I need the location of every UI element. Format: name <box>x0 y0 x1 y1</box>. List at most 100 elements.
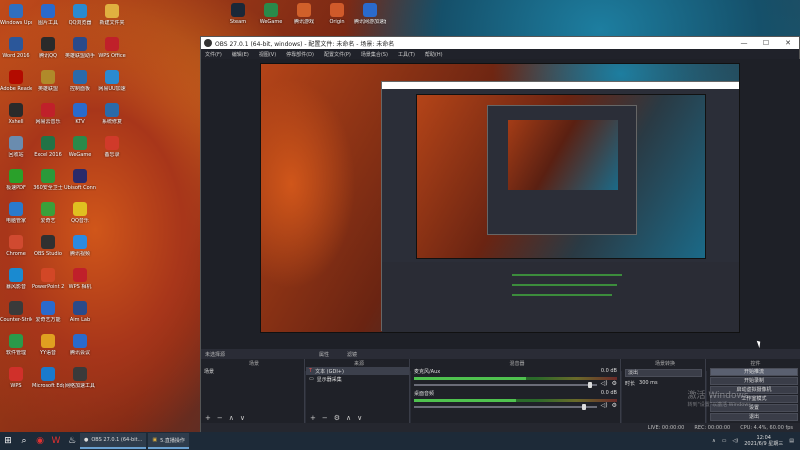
menu-item[interactable]: 工具(T) <box>398 51 415 58</box>
start-icon[interactable]: ⊞ <box>0 433 16 449</box>
menu-item[interactable]: 停靠部件(D) <box>286 51 314 58</box>
remove-scene-button[interactable]: − <box>217 414 223 422</box>
gear-icon[interactable]: ⚙ <box>612 402 617 409</box>
desktop-icon[interactable]: 网络加速工具 <box>64 367 96 389</box>
desktop-icon[interactable]: Excel 2016 <box>32 136 64 158</box>
remove-source-button[interactable]: − <box>322 414 328 422</box>
desktop-icon[interactable]: WPS Office <box>96 37 128 59</box>
netease-music-icon[interactable]: ◉ <box>32 433 48 449</box>
move-up-button[interactable]: ∧ <box>346 414 351 422</box>
desktop-icon[interactable]: 爱奇艺万能 <box>32 301 64 323</box>
search-icon[interactable]: ⌕ <box>16 433 32 449</box>
desktop-icon[interactable]: QQ浏览器 <box>64 4 96 26</box>
desktop-icon[interactable]: Adobe Reader XI <box>0 70 32 92</box>
desktop-icon[interactable]: 360安全卫士 <box>32 169 64 191</box>
desktop-icon[interactable]: 爱奇艺 <box>32 202 64 224</box>
menu-item[interactable]: 帮助(H) <box>425 51 443 58</box>
source-item[interactable]: ▭ 显示器采集 <box>306 375 409 383</box>
desktop-icon[interactable]: WeGame <box>255 3 287 25</box>
move-down-button[interactable]: ∨ <box>240 414 245 422</box>
desktop-icon[interactable]: Windows Update <box>0 4 32 26</box>
desktop-icon[interactable]: 新建文件夹 <box>96 4 128 26</box>
desktop-icon[interactable]: OBS Studio <box>32 235 64 257</box>
desktop-icon[interactable]: Microsoft Edge <box>32 367 64 389</box>
transition-select[interactable]: 淡出 <box>625 369 702 377</box>
desktop-icon[interactable]: 备忘录 <box>96 136 128 158</box>
desktop-icon[interactable]: 腾讯QQ <box>32 37 64 59</box>
move-down-button[interactable]: ∨ <box>357 414 362 422</box>
desktop-icon[interactable]: 网易云音乐 <box>32 103 64 125</box>
filters-button[interactable]: 滤镜 <box>347 351 357 358</box>
desktop-icon[interactable]: Xshell <box>0 103 32 125</box>
gear-icon[interactable]: ⚙ <box>612 380 617 387</box>
add-source-button[interactable]: + <box>310 414 316 422</box>
desktop-icon[interactable]: QQ音乐 <box>64 202 96 224</box>
network-icon[interactable]: ▭ <box>722 438 727 444</box>
desktop-icon[interactable]: Origin <box>321 3 353 25</box>
desktop-icon[interactable]: WPS 相机 <box>64 268 96 290</box>
tray-expand-icon[interactable]: ∧ <box>712 438 716 444</box>
mixer-channel: 麦克风/Aux 0.0 dB ◁) ⚙ <box>411 367 620 389</box>
desktop-icon[interactable]: 英雄联盟 <box>32 70 64 92</box>
source-settings-button[interactable]: ⚙ <box>334 414 340 422</box>
clock[interactable]: 12:04 2021/6/9 星期三 <box>744 435 783 447</box>
speaker-icon[interactable]: ◁) <box>601 380 608 387</box>
desktop-icon-label: 控制面板 <box>69 86 90 92</box>
notification-icon[interactable]: ▤ <box>789 438 794 444</box>
desktop-icon[interactable]: 控制面板 <box>64 70 96 92</box>
volume-icon[interactable]: ◁) <box>732 438 738 444</box>
volume-slider[interactable] <box>414 382 597 388</box>
steam-icon[interactable]: ♨ <box>64 433 80 449</box>
desktop-icon[interactable]: Aim Lab <box>64 301 96 323</box>
program-preview[interactable] <box>260 63 740 333</box>
desktop-icon[interactable]: 腾讯会议 <box>64 334 96 356</box>
source-item[interactable]: T 文本 (GDI+) <box>306 367 409 375</box>
desktop-icon[interactable]: 英雄联盟助手 <box>64 37 96 59</box>
duration-field[interactable]: 300 ms <box>639 380 658 386</box>
desktop-icon[interactable]: 网易UU加速 <box>96 70 128 92</box>
desktop-icon[interactable]: 软件管理 <box>0 334 32 356</box>
menu-item[interactable]: 编辑(E) <box>232 51 249 58</box>
menu-item[interactable]: 场景集合(S) <box>361 51 388 58</box>
volume-slider[interactable] <box>414 404 597 410</box>
desktop-icon[interactable]: Word 2016 <box>0 37 32 59</box>
menu-item[interactable]: 配置文件(P) <box>324 51 351 58</box>
desktop-icon[interactable]: 腾讯视频 <box>64 235 96 257</box>
scene-item[interactable]: 场景 <box>201 367 304 375</box>
desktop-icon[interactable]: WeGame <box>64 136 96 158</box>
properties-button[interactable]: 属性 <box>319 351 329 358</box>
desktop-icon[interactable]: Chrome <box>0 235 32 257</box>
desktop-icon[interactable]: 系统修复 <box>96 103 128 125</box>
desktop-icon-label: Xshell <box>8 119 24 125</box>
desktop-icon-label: Origin <box>329 19 345 25</box>
desktop-icon[interactable]: 腾讯网游加速器 <box>354 3 386 25</box>
add-scene-button[interactable]: + <box>205 414 211 422</box>
desktop-icon[interactable]: KTV <box>64 103 96 125</box>
menu-item[interactable]: 文件(F) <box>205 51 222 58</box>
desktop-icon[interactable]: PowerPoint 2016 <box>32 268 64 290</box>
control-button[interactable]: 开始录制 <box>710 377 798 385</box>
taskbar-app-folder[interactable]: ▣ 5.直播操作 <box>148 433 189 449</box>
taskbar-app-obs[interactable]: ● OBS 27.0.1 (64-bit... <box>80 433 147 449</box>
speaker-icon[interactable]: ◁) <box>601 402 608 409</box>
close-button[interactable]: ✕ <box>777 39 799 47</box>
desktop-icon[interactable]: 腾讯游戏 <box>288 3 320 25</box>
desktop-icon[interactable]: Ubisoft Connect <box>64 169 96 191</box>
maximize-button[interactable]: ☐ <box>755 39 777 47</box>
desktop-icon[interactable]: 回收站 <box>0 136 32 158</box>
menu-item[interactable]: 视图(V) <box>259 51 276 58</box>
control-button[interactable]: 退出 <box>710 413 798 421</box>
desktop-icon[interactable]: Steam <box>222 3 254 25</box>
wps-icon[interactable]: W <box>48 433 64 449</box>
desktop-icon[interactable]: 图片工具 <box>32 4 64 26</box>
desktop-icon[interactable]: Counter-Strike Global Off... <box>0 301 32 323</box>
desktop-icon[interactable]: YY语音 <box>32 334 64 356</box>
desktop-icon[interactable]: 电脑管家 <box>0 202 32 224</box>
move-up-button[interactable]: ∧ <box>229 414 234 422</box>
desktop-icon[interactable]: 极速PDF <box>0 169 32 191</box>
desktop-icon[interactable]: 暴风影音 <box>0 268 32 290</box>
control-button[interactable]: 开始推流 <box>710 368 798 376</box>
obs-titlebar[interactable]: OBS 27.0.1 (64-bit, windows) - 配置文件: 未命名… <box>201 37 799 49</box>
minimize-button[interactable]: — <box>733 39 755 47</box>
desktop-icon[interactable]: WPS <box>0 367 32 389</box>
